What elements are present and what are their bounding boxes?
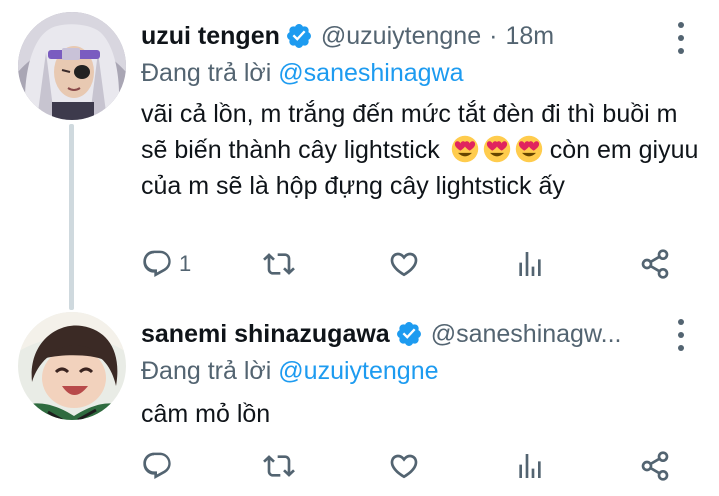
tweet-text: câm mỏ lồn — [141, 396, 701, 432]
replying-to: Đang trả lời @uzuiytengne — [141, 354, 699, 388]
tweet[interactable]: sanemi shinazugawa @saneshinagw... Đang … — [0, 300, 719, 496]
tweet-actions — [141, 448, 681, 484]
reply-mention-link[interactable]: @saneshinagwa — [278, 59, 463, 87]
heart-eyes-emoji-icon — [515, 135, 542, 163]
user-handle[interactable]: @uzuiytengne — [321, 22, 481, 51]
analytics-button[interactable] — [514, 246, 546, 282]
tweet[interactable]: uzui tengen @uzuiytengne · 18m Đang trả … — [0, 0, 719, 310]
timestamp[interactable]: 18m — [505, 22, 554, 51]
reply-button[interactable]: 1 — [141, 246, 191, 282]
like-button[interactable] — [388, 246, 420, 282]
retweet-button[interactable] — [263, 246, 295, 282]
stats-icon — [519, 454, 541, 478]
avatar[interactable] — [18, 312, 126, 420]
reply-icon — [143, 250, 171, 278]
tweet-text-body: câm mỏ lồn — [141, 400, 271, 428]
verified-badge-icon — [396, 322, 421, 346]
avatar[interactable] — [18, 12, 126, 120]
heart-icon — [390, 454, 418, 479]
tweet-content: uzui tengen @uzuiytengne · 18m Đang trả … — [141, 16, 699, 204]
thread-connector-line — [69, 124, 74, 310]
share-button[interactable] — [639, 448, 671, 484]
share-button[interactable] — [639, 246, 671, 282]
analytics-button[interactable] — [514, 448, 546, 484]
retweet-icon — [263, 253, 295, 275]
tweet-header: sanemi shinazugawa @saneshinagw... — [141, 314, 699, 354]
retweet-button[interactable] — [263, 448, 295, 484]
share-icon — [641, 451, 669, 481]
replying-to: Đang trả lời @saneshinagwa — [141, 56, 699, 90]
more-options-icon[interactable] — [677, 22, 685, 54]
tweet-content: sanemi shinazugawa @saneshinagw... Đang … — [141, 314, 699, 432]
replying-to-label: Đang trả lời — [141, 59, 272, 87]
replying-to-label: Đang trả lời — [141, 357, 272, 385]
more-options-icon[interactable] — [677, 319, 685, 351]
display-name[interactable]: sanemi shinazugawa — [141, 320, 390, 349]
share-icon — [641, 249, 669, 279]
reply-icon — [143, 452, 171, 480]
heart-eyes-emoji-icon — [451, 135, 478, 163]
separator-dot: · — [489, 21, 498, 50]
stats-icon — [519, 252, 541, 276]
heart-eyes-emoji-icon — [483, 135, 510, 163]
reply-count: 1 — [179, 251, 192, 276]
heart-icon — [390, 252, 418, 277]
tweet-text: vãi cả lồn, m trắng đến mức tắt đèn đi t… — [141, 96, 701, 204]
like-button[interactable] — [388, 448, 420, 484]
tweet-header: uzui tengen @uzuiytengne · 18m — [141, 16, 699, 56]
reply-button[interactable] — [141, 448, 173, 484]
user-handle[interactable]: @saneshinagw... — [431, 320, 622, 349]
retweet-icon — [263, 455, 295, 477]
display-name[interactable]: uzui tengen — [141, 22, 280, 51]
verified-badge-icon — [286, 24, 311, 48]
tweet-actions: 1 — [141, 246, 681, 282]
reply-mention-link[interactable]: @uzuiytengne — [278, 357, 438, 385]
